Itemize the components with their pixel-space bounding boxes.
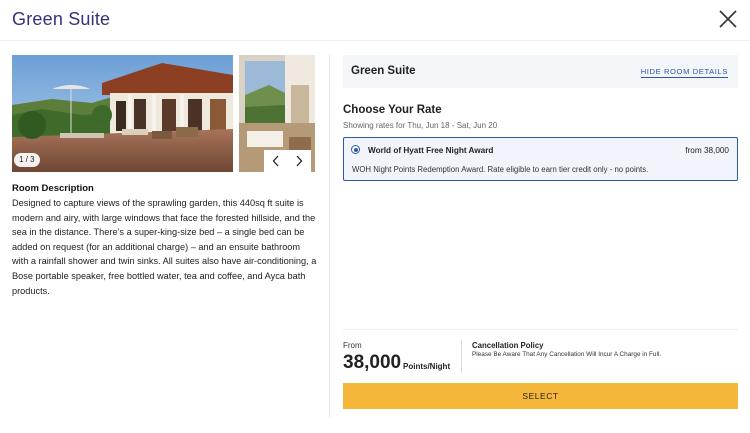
- room-description-text: Designed to capture views of the sprawli…: [12, 198, 317, 296]
- rate-option-detail: WOH Night Points Redemption Award. Rate …: [352, 165, 649, 174]
- room-details-modal: Green Suite 1 / 3 Room Description Desig…: [0, 0, 750, 433]
- header-divider: [0, 40, 750, 41]
- rate-date-range: Showing rates for Thu, Jun 18 - Sat, Jun…: [343, 121, 498, 130]
- footer-vertical-divider: [461, 340, 462, 373]
- column-divider: [329, 55, 330, 417]
- cancellation-policy-text: Please Be Aware That Any Cancellation Wi…: [472, 351, 662, 358]
- cancellation-policy-title: Cancellation Policy: [472, 341, 544, 350]
- rate-heading: Choose Your Rate: [343, 104, 442, 116]
- photo-counter: 1 / 3: [14, 153, 40, 167]
- rate-option-price: from 38,000: [685, 146, 729, 155]
- close-icon: [719, 10, 737, 28]
- modal-title: Green Suite: [12, 9, 111, 29]
- footer-divider: [343, 329, 738, 330]
- hide-room-details-link[interactable]: HIDE ROOM DETAILS: [640, 67, 728, 78]
- chevron-left-icon: [272, 155, 279, 167]
- carousel-controls: [264, 150, 311, 172]
- previous-photo-button[interactable]: [265, 150, 287, 172]
- close-button[interactable]: [716, 7, 740, 31]
- rate-option[interactable]: World of Hyatt Free Night Award from 38,…: [343, 137, 738, 181]
- rate-radio-button[interactable]: [351, 145, 360, 154]
- price-from-label: From: [343, 341, 362, 350]
- chevron-right-icon: [296, 155, 303, 167]
- next-photo-button[interactable]: [288, 150, 310, 172]
- room-summary-bar: Green Suite HIDE ROOM DETAILS: [343, 55, 738, 88]
- room-name: Green Suite: [351, 65, 416, 77]
- select-button[interactable]: SELECT: [343, 383, 738, 409]
- price-value: 38,000: [343, 352, 402, 373]
- room-photo-1: [12, 55, 233, 172]
- room-description-title: Room Description: [12, 183, 94, 194]
- price-unit: Points/Night: [403, 362, 451, 371]
- rate-option-name: World of Hyatt Free Night Award: [368, 146, 494, 155]
- radio-selected-dot: [353, 147, 358, 152]
